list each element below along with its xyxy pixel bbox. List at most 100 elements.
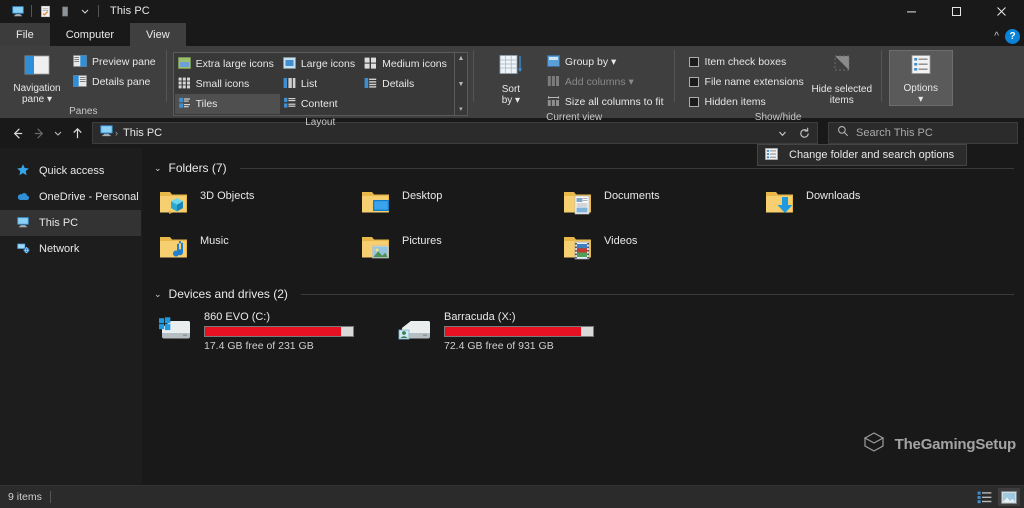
- recent-locations-button[interactable]: [50, 121, 66, 145]
- maximize-button[interactable]: [934, 0, 979, 22]
- add-columns-icon: [547, 75, 560, 90]
- options-label-1: Options: [903, 83, 938, 94]
- layout-large-icons[interactable]: Large icons: [280, 54, 361, 74]
- folders-tile-grid: 3D Objects Desktop Documents Downloads M…: [152, 182, 1014, 272]
- layout-gallery-scroll[interactable]: ▲ ▼ ▾: [454, 52, 468, 116]
- sidebar-item-onedrive[interactable]: OneDrive - Personal: [0, 184, 141, 210]
- details-icon: [364, 77, 377, 92]
- details-view-button[interactable]: [973, 488, 995, 506]
- drive-item-c[interactable]: 860 EVO (C:) 17.4 GB free of 231 GB: [152, 308, 392, 354]
- navigation-pane-icon: [23, 54, 51, 80]
- this-pc-icon[interactable]: [8, 1, 28, 21]
- folder-item-music[interactable]: Music: [152, 227, 354, 272]
- layout-extra-large-icons[interactable]: Extra large icons: [175, 54, 280, 74]
- preview-pane-label: Preview pane: [92, 56, 156, 68]
- folder-item-label: Videos: [604, 235, 638, 247]
- hidden-items-checkbox[interactable]: Hidden items: [685, 93, 808, 111]
- size-all-columns-button[interactable]: Size all columns to fit: [542, 93, 669, 111]
- ribbon-group-label-show-hide: Show/hide: [754, 112, 802, 123]
- gallery-scroll-down-icon[interactable]: ▼: [457, 80, 464, 89]
- details-pane-button[interactable]: Details pane: [68, 73, 161, 91]
- layout-list[interactable]: List: [280, 74, 361, 94]
- group-by-button[interactable]: Group by ▾: [542, 53, 669, 71]
- item-check-boxes-checkbox[interactable]: Item check boxes: [685, 53, 808, 71]
- options-button[interactable]: Options ▾: [888, 50, 953, 106]
- collapse-ribbon-chevron-icon[interactable]: ^: [994, 31, 999, 42]
- chevron-down-icon[interactable]: ⌄: [154, 289, 162, 300]
- layout-small-icons[interactable]: Small icons: [175, 74, 280, 94]
- options-dropdown-menu[interactable]: Change folder and search options: [757, 144, 968, 166]
- drives-group-header[interactable]: ⌄ Devices and drives (2): [154, 284, 1014, 304]
- minimize-button[interactable]: [889, 0, 934, 22]
- file-name-extensions-label: File name extensions: [704, 76, 804, 88]
- properties-icon[interactable]: [35, 1, 55, 21]
- sidebar-item-network[interactable]: Network: [0, 236, 141, 262]
- up-button[interactable]: [66, 121, 88, 145]
- watermark: TheGamingSetup: [861, 430, 1016, 459]
- forward-button[interactable]: [28, 121, 50, 145]
- layout-content[interactable]: Content: [280, 94, 361, 114]
- close-button[interactable]: [979, 0, 1024, 22]
- layout-tiles[interactable]: Tiles: [174, 94, 280, 114]
- status-bar: 9 items: [0, 485, 1024, 508]
- gallery-scroll-up-icon[interactable]: ▲: [457, 54, 464, 63]
- add-columns-button[interactable]: Add columns ▾: [542, 73, 669, 91]
- folder-3d-objects-icon: [158, 187, 190, 222]
- hide-selected-items-button[interactable]: Hide selected items: [808, 51, 876, 106]
- drive-free-text: 17.4 GB free of 231 GB: [204, 339, 314, 352]
- navigation-pane-label-2: pane ▾: [21, 94, 53, 105]
- tiles-icon: [178, 97, 191, 112]
- large-icons-icon: [282, 56, 296, 72]
- folder-item-3d-objects[interactable]: 3D Objects: [152, 182, 354, 227]
- back-button[interactable]: [6, 121, 28, 145]
- layout-medium-icons[interactable]: Medium icons: [361, 54, 453, 74]
- ribbon-group-panes: Navigation pane ▾ Preview pane Details p…: [0, 46, 167, 118]
- large-icons-view-button[interactable]: [998, 488, 1020, 506]
- sort-by-button[interactable]: Sort by ▾: [480, 51, 542, 106]
- drive-usage-bar: [204, 325, 354, 337]
- chevron-down-icon[interactable]: ⌄: [154, 163, 162, 174]
- drive-item-x[interactable]: Barracuda (X:) 72.4 GB free of 931 GB: [392, 308, 632, 354]
- gallery-more-icon[interactable]: ▾: [459, 105, 463, 114]
- ribbon-group-label-options: [882, 105, 958, 118]
- breadcrumb-this-pc[interactable]: This PC: [119, 124, 166, 143]
- hidden-items-label: Hidden items: [704, 96, 766, 108]
- drive-free-text: 72.4 GB free of 931 GB: [444, 339, 554, 352]
- tab-view[interactable]: View: [130, 23, 186, 46]
- preview-pane-button[interactable]: Preview pane: [68, 53, 161, 71]
- checkbox-box: [688, 57, 699, 67]
- folder-videos-icon: [562, 232, 594, 267]
- file-name-extensions-checkbox[interactable]: File name extensions: [685, 73, 808, 91]
- sidebar-item-this-pc[interactable]: This PC: [0, 210, 141, 236]
- network-icon: [16, 241, 30, 258]
- folder-pictures-icon: [360, 232, 392, 267]
- folder-item-label: Music: [200, 235, 229, 247]
- folder-item-downloads[interactable]: Downloads: [758, 182, 960, 227]
- medium-icons-icon: [364, 57, 377, 72]
- folder-downloads-icon: [764, 187, 796, 222]
- help-button[interactable]: ?: [1005, 29, 1020, 44]
- customize-qat-chevron-icon[interactable]: [75, 1, 95, 21]
- folder-item-pictures[interactable]: Pictures: [354, 227, 556, 272]
- address-dropdown-button[interactable]: [771, 123, 793, 143]
- refresh-button[interactable]: [793, 123, 815, 143]
- navigation-pane-button[interactable]: Navigation pane ▾: [6, 51, 68, 105]
- folder-item-documents[interactable]: Documents: [556, 182, 758, 227]
- navigation-pane: Quick access OneDrive - Personal This PC…: [0, 148, 142, 485]
- folder-item-label: Pictures: [402, 235, 442, 247]
- folder-music-icon: [158, 232, 190, 267]
- group-divider-line: [300, 293, 1014, 295]
- folder-item-desktop[interactable]: Desktop: [354, 182, 556, 227]
- content-icon: [283, 97, 296, 112]
- drive-usage-fill: [205, 326, 342, 336]
- tab-computer[interactable]: Computer: [50, 23, 130, 46]
- search-input[interactable]: Search This PC: [828, 122, 1018, 144]
- sidebar-item-label: OneDrive - Personal: [39, 191, 139, 203]
- layout-details[interactable]: Details: [361, 74, 453, 94]
- this-pc-icon: [99, 123, 114, 143]
- new-folder-icon[interactable]: [55, 1, 75, 21]
- tab-file[interactable]: File: [0, 23, 50, 46]
- sidebar-item-quick-access[interactable]: Quick access: [0, 158, 141, 184]
- panes-small-buttons: Preview pane Details pane: [68, 51, 161, 91]
- folder-item-videos[interactable]: Videos: [556, 227, 758, 272]
